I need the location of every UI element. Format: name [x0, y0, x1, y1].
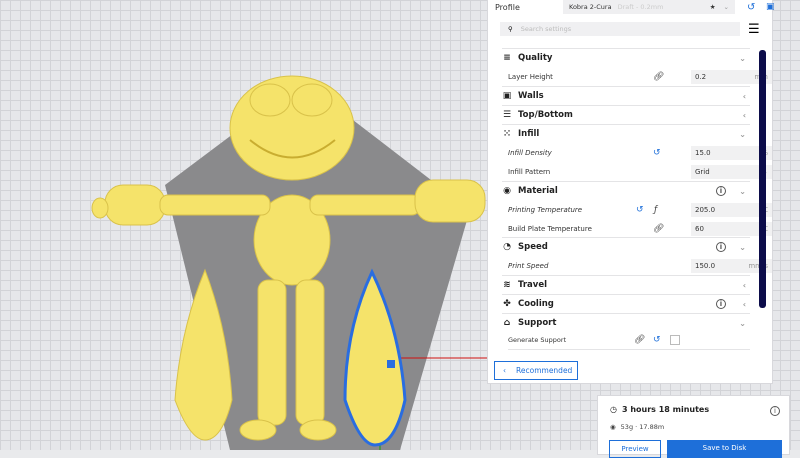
search-input[interactable]: ⚲ Search settings: [500, 22, 740, 36]
chevron-left-icon: ‹: [742, 280, 746, 290]
save-profile-icon[interactable]: ▣: [766, 2, 775, 12]
profile-label: Profile: [495, 2, 520, 12]
reset-profile-icon[interactable]: ↺: [747, 2, 755, 13]
material-icon: ◉: [610, 423, 616, 431]
link-icon[interactable]: 🔗︎: [653, 224, 664, 234]
section-walls[interactable]: ▣ Walls ‹: [502, 86, 750, 105]
preview-button[interactable]: Preview: [609, 440, 661, 458]
chevron-left-icon: ‹: [742, 299, 746, 309]
info-icon[interactable]: i: [716, 242, 726, 252]
walls-icon: ▣: [502, 91, 512, 101]
link-icon[interactable]: 🔗︎: [653, 72, 664, 82]
section-material[interactable]: ◉ Material i ⌄: [502, 181, 750, 200]
quality-icon: ≡: [503, 53, 511, 63]
chevron-down-icon: ⌄: [739, 53, 746, 63]
speed-icon: ◔: [503, 242, 511, 252]
star-icon[interactable]: ★: [710, 3, 716, 11]
profile-select[interactable]: Kobra 2-Cura Draft - 0.2mm ★ ⌄: [563, 0, 735, 14]
setting-printing-temperature: Printing Temperature↺ƒ205.0°C: [508, 200, 772, 219]
print-estimate-panel: ◷ 3 hours 18 minutes i ◉ 53g · 17.88m Prev…: [597, 395, 790, 458]
chevron-down-icon: ⌄: [723, 3, 729, 11]
top-bottom-icon: ☰: [502, 110, 512, 120]
function-icon[interactable]: ƒ: [654, 205, 657, 215]
travel-icon: ≋: [503, 280, 511, 290]
material-icon: ◉: [503, 186, 511, 196]
chevron-left-icon: ‹: [742, 91, 746, 101]
chevron-down-icon: ⌄: [739, 242, 746, 252]
reset-icon[interactable]: ↺: [653, 148, 661, 158]
section-cooling[interactable]: ✤ Cooling i ‹: [502, 294, 750, 313]
section-support[interactable]: ⌂ Support ⌄: [502, 313, 750, 332]
setting-build-plate-temperature: Build Plate Temperature🔗︎60°C: [508, 219, 772, 238]
setting-print-speed: Print Speed150.0mm/s: [508, 256, 772, 275]
support-icon: ⌂: [503, 318, 511, 328]
chevron-left-icon: ‹: [742, 110, 746, 120]
reset-icon[interactable]: ↺: [653, 335, 661, 345]
settings-scrollbar[interactable]: [759, 50, 766, 308]
section-quality[interactable]: ≡ Quality ⌄: [502, 48, 750, 67]
infill-icon: ⁙: [503, 129, 511, 139]
link-icon[interactable]: 🔗︎: [634, 335, 645, 345]
recommended-button[interactable]: ‹ Recommended: [494, 361, 578, 380]
info-icon[interactable]: i: [770, 406, 780, 416]
setting-infill-density: Infill Density↺15.0%: [508, 143, 772, 162]
section-speed[interactable]: ◔ Speed i ⌄: [502, 237, 750, 256]
chevron-down-icon: ⌄: [739, 129, 746, 139]
save-to-disk-button[interactable]: Save to Disk: [667, 440, 782, 458]
info-icon[interactable]: i: [716, 186, 726, 196]
clock-icon: ◷: [610, 405, 617, 414]
reset-icon[interactable]: ↺: [636, 205, 644, 215]
section-top-bottom[interactable]: ☰ Top/Bottom ‹: [502, 105, 750, 124]
print-settings-panel: Profile Kobra 2-Cura Draft - 0.2mm ★ ⌄ ↺…: [487, 0, 775, 384]
chevron-down-icon: ⌄: [739, 186, 746, 196]
chevron-left-icon: ‹: [503, 366, 506, 375]
settings-menu-icon[interactable]: ☰: [748, 22, 760, 37]
setting-layer-height: Layer Height🔗︎0.2mm: [508, 67, 772, 86]
section-travel[interactable]: ≋ Travel ‹: [502, 275, 750, 294]
search-icon: ⚲: [508, 25, 513, 33]
chevron-down-icon: ⌄: [739, 318, 746, 328]
section-infill[interactable]: ⁙ Infill ⌄: [502, 124, 750, 143]
setting-infill-pattern: Infill PatternGrid⌄: [508, 162, 772, 181]
fan-icon: ✤: [503, 299, 511, 309]
info-icon[interactable]: i: [716, 299, 726, 309]
generate-support-checkbox[interactable]: [670, 335, 680, 345]
setting-generate-support: Generate Support 🔗︎ ↺: [508, 331, 750, 350]
